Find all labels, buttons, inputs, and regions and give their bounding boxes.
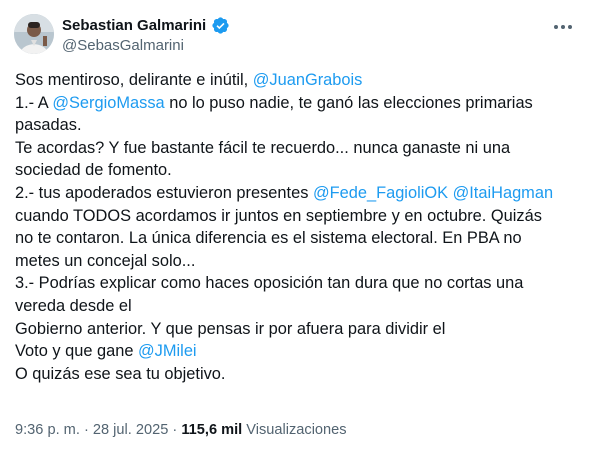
tweet-text-line: cuando TODOS acordamos ir juntos en sept… (15, 205, 575, 228)
tweet-text-segment: cuando TODOS acordamos ir juntos en sept… (15, 206, 542, 225)
verified-badge-icon (211, 16, 230, 35)
author-handle[interactable]: @SebasGalmarini (62, 37, 184, 54)
tweet-text-line: 3.- Podrías explicar como haces oposició… (15, 272, 575, 295)
tweet-text-segment: sociedad de fomento. (15, 161, 172, 180)
more-horizontal-icon (553, 17, 573, 35)
tweet-text-line: pasadas. (15, 114, 575, 137)
tweet-text-segment: metes un concejal solo... (15, 251, 196, 270)
avatar[interactable] (14, 14, 54, 54)
tweet-date[interactable]: 28 jul. 2025 (93, 422, 168, 438)
tweet-text-line: Te acordas? Y fue bastante fácil te recu… (15, 137, 575, 160)
tweet-text-line: 2.- tus apoderados estuvieron presentes … (15, 182, 575, 205)
mention-link[interactable]: @JuanGrabois (253, 71, 363, 89)
tweet-text-line: Sos mentiroso, delirante e inútil, @Juan… (15, 69, 575, 92)
author-display-name[interactable]: Sebastian Galmarini (62, 17, 206, 34)
tweet-text-segment: O quizás ese sea tu objetivo. (15, 364, 226, 383)
tweet-text-segment: no te contaron. La única diferencia es e… (15, 229, 522, 248)
tweet-text-segment: 3.- Podrías explicar como haces oposició… (15, 274, 524, 293)
tweet-text-segment: Te acordas? Y fue bastante fácil te recu… (15, 138, 511, 157)
meta-separator: · (168, 422, 182, 438)
mention-link[interactable]: @ItaiHagman (453, 184, 553, 202)
tweet-text-segment: no lo puso nadie, te ganó las elecciones… (164, 93, 533, 112)
tweet-text-line: no te contaron. La única diferencia es e… (15, 227, 575, 250)
tweet-text: Sos mentiroso, delirante e inútil, @Juan… (15, 69, 575, 385)
tweet-text-line: sociedad de fomento. (15, 159, 575, 182)
tweet-text-segment: 1.- A (15, 93, 53, 112)
meta-separator: · (79, 422, 93, 438)
tweet-text-line: O quizás ese sea tu objetivo. (15, 363, 575, 386)
tweet-meta: 9:36 p. m. · 28 jul. 2025 · 115,6 mil Vi… (15, 422, 347, 438)
tweet-text-segment: Gobierno anterior. Y que pensas ir por a… (15, 319, 446, 338)
tweet-text-line: Voto y que gane @JMilei (15, 340, 575, 363)
tweet-text-segment: vereda desde el (15, 296, 132, 315)
mention-link[interactable]: @SergioMassa (52, 94, 164, 112)
tweet-text-line: 1.- A @SergioMassa no lo puso nadie, te … (15, 92, 575, 115)
tweet-card: Sebastian Galmarini @SebasGalmarini Sos … (0, 0, 589, 450)
author-name-row: Sebastian Galmarini (62, 15, 230, 35)
tweet-text-line: vereda desde el (15, 295, 575, 318)
tweet-text-segment: Voto y que gane (15, 342, 139, 361)
views-label[interactable]: Visualizaciones (242, 422, 346, 438)
more-options-button[interactable] (549, 14, 577, 38)
mention-link[interactable]: @JMilei (138, 342, 197, 360)
tweet-text-segment: pasadas. (15, 116, 82, 135)
views-count[interactable]: 115,6 mil (181, 422, 242, 438)
tweet-text-segment: 2.- tus apoderados estuvieron presentes (15, 183, 313, 202)
tweet-text-line: Gobierno anterior. Y que pensas ir por a… (15, 318, 575, 341)
mention-link[interactable]: @Fede_FagioliOK (313, 184, 448, 202)
tweet-time[interactable]: 9:36 p. m. (15, 422, 80, 438)
tweet-text-segment: Sos mentiroso, delirante e inútil, (15, 71, 253, 89)
tweet-text-line: metes un concejal solo... (15, 250, 575, 273)
